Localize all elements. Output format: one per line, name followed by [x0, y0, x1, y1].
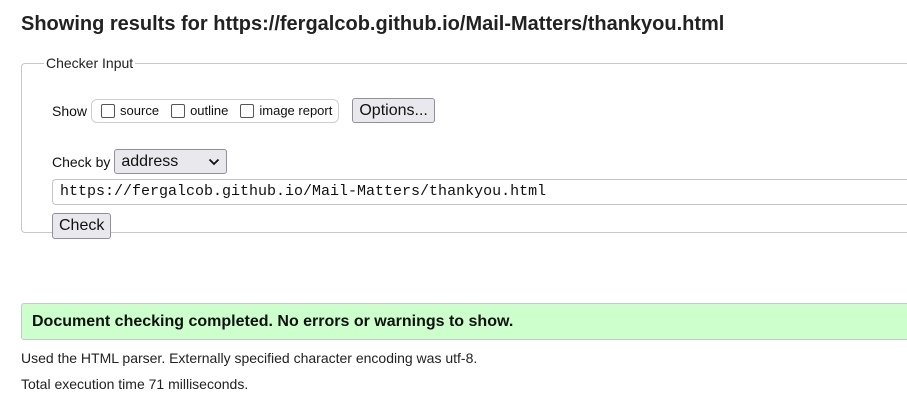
check-by-value: address [121, 152, 179, 170]
show-label: Show [52, 102, 88, 119]
source-checkbox[interactable] [101, 103, 116, 118]
url-input[interactable]: https://fergalcob.github.io/Mail-Matters… [52, 179, 907, 205]
chevron-down-icon [209, 158, 220, 165]
checker-input-fieldset: Checker Input Show source outline image … [21, 55, 907, 239]
title-url: https://fergalcob.github.io/Mail-Matters… [213, 13, 725, 35]
success-message: Document checking completed. No errors o… [21, 303, 907, 340]
image-report-checkbox[interactable] [240, 103, 255, 118]
source-label: source [120, 103, 160, 118]
parser-info: Used the HTML parser. Externally specifi… [21, 350, 478, 366]
check-by-label: Check by [52, 153, 111, 170]
check-by-select[interactable]: address [114, 149, 228, 174]
option-source[interactable]: source [101, 103, 159, 118]
check-by-row: Check by address [52, 149, 228, 174]
show-options-group: source outline image report [91, 98, 340, 123]
page-title: Showing results for https://fergalcob.gi… [21, 13, 724, 36]
options-button[interactable]: Options... [352, 98, 435, 123]
check-button[interactable]: Check [52, 213, 112, 239]
option-outline[interactable]: outline [171, 103, 228, 118]
outline-label: outline [190, 103, 229, 118]
outline-checkbox[interactable] [171, 103, 186, 118]
execution-time: Total execution time 71 milliseconds. [21, 376, 249, 392]
show-options-row: Show source outline image report Options… [52, 98, 435, 123]
validator-page: Showing results for https://fergalcob.gi… [0, 0, 907, 402]
checker-input-legend: Checker Input [46, 55, 134, 71]
title-prefix: Showing results for [21, 13, 208, 35]
option-image-report[interactable]: image report [240, 103, 332, 118]
image-report-label: image report [259, 103, 333, 118]
